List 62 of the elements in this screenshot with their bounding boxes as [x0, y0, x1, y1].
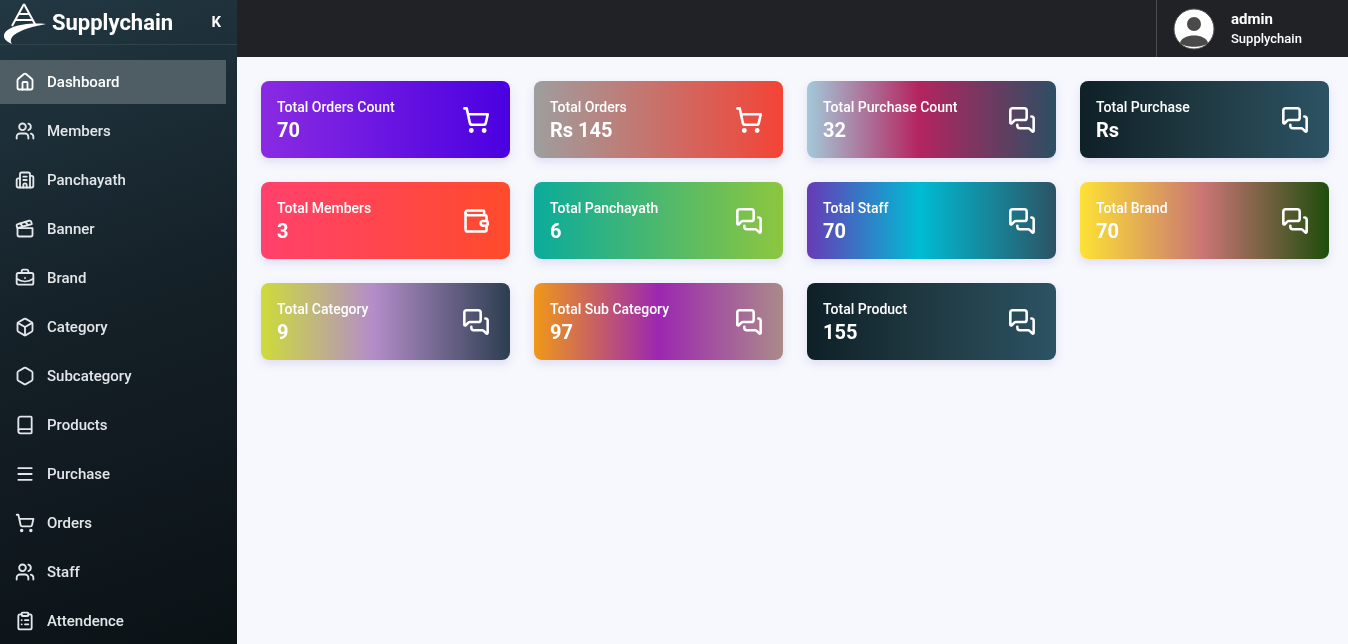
nav-item[interactable]: Purchase [0, 452, 226, 496]
home-icon [15, 72, 35, 92]
card-value: 6 [550, 218, 563, 244]
card-title: Total Orders [550, 97, 627, 117]
user-name: admin [1231, 9, 1274, 29]
cart-icon [15, 513, 35, 533]
nav-item[interactable]: Attendence [0, 599, 226, 643]
wallet-icon [462, 206, 490, 235]
toolbox-icon [15, 268, 35, 288]
card-value: 3 [277, 218, 290, 244]
chat-bubbles-icon [462, 307, 490, 336]
card-title: Total Panchayath [550, 198, 659, 218]
box-icon [15, 317, 35, 337]
building-icon [15, 170, 35, 190]
book-icon [15, 415, 35, 435]
avatar-icon [1173, 7, 1215, 50]
hexagon-icon [15, 366, 35, 386]
card-value: 97 [550, 319, 574, 345]
chat-bubbles-icon [1281, 206, 1309, 235]
nav-item[interactable]: Dashboard [0, 60, 226, 104]
nav-item[interactable]: Products [0, 403, 226, 447]
card-title: Total Sub Category [550, 299, 670, 319]
nav-item[interactable]: Subcategory [0, 354, 226, 398]
card-title: Total Category [277, 299, 369, 319]
user-org: Supplychain [1231, 31, 1302, 48]
chat-bubbles-icon [1008, 307, 1036, 336]
menu-icon [15, 464, 35, 484]
card-title: Total Product [823, 299, 908, 319]
card-value: 32 [823, 117, 847, 143]
card-value: Rs 145 [550, 117, 614, 143]
card-value: 70 [1096, 218, 1120, 244]
nav-item[interactable]: Brand [0, 256, 226, 300]
chat-bubbles-icon [735, 307, 763, 336]
card-value: Rs [1096, 117, 1121, 143]
chat-bubbles-icon [1281, 105, 1309, 134]
card-title: Total Purchase Count [823, 97, 958, 117]
nav-item[interactable]: Banner [0, 207, 226, 251]
nav-item[interactable]: Staff [0, 550, 226, 594]
card-title: Total Purchase [1096, 97, 1190, 117]
nav-item[interactable]: Panchayath [0, 158, 226, 202]
card-title: Total Orders Count [277, 97, 395, 117]
chat-bubbles-icon [1008, 105, 1036, 134]
card-value: 70 [277, 117, 301, 143]
nav-item[interactable]: Category [0, 305, 226, 349]
users-icon [15, 562, 35, 582]
card-title: Total Brand [1096, 198, 1168, 218]
card-value: 155 [823, 319, 859, 345]
chat-bubbles-icon [1008, 206, 1036, 235]
brand-name: Supplychain [52, 8, 174, 37]
card-title: Total Staff [823, 198, 889, 218]
cart-icon [462, 105, 490, 134]
cart-icon [735, 105, 763, 134]
users-icon [15, 121, 35, 141]
collapse-button[interactable]: K [211, 10, 221, 34]
chat-bubbles-icon [735, 206, 763, 235]
card-title: Total Members [277, 198, 372, 218]
clipboard-icon [15, 611, 35, 631]
nav-item[interactable]: Members [0, 109, 226, 153]
nav-item[interactable]: Orders [0, 501, 226, 545]
card-value: 9 [277, 319, 290, 345]
card-value: 70 [823, 218, 847, 244]
clapperboard-icon [15, 219, 35, 239]
